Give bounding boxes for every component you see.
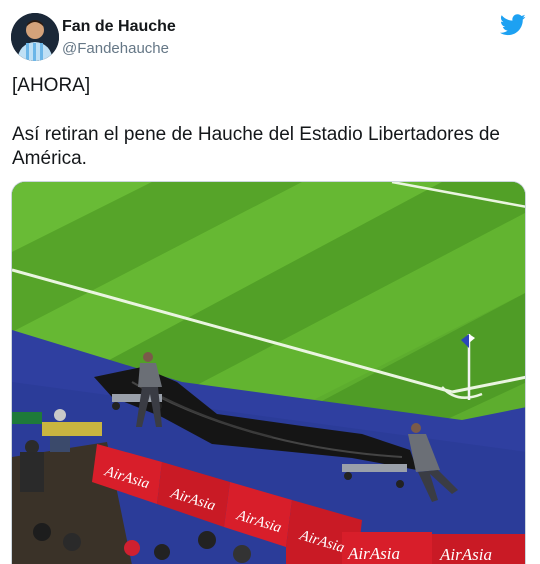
airasia-board-text: AirAsia (439, 545, 492, 564)
avatar[interactable] (11, 13, 59, 61)
stadium-photo: AirAsia AirAsia AirAsia AirAsia AirAsia … (12, 182, 525, 564)
tweet-photo[interactable]: AirAsia AirAsia AirAsia AirAsia AirAsia … (11, 181, 526, 564)
tweet-text: Así retiran el pene de Hauche del Estadi… (12, 124, 500, 169)
airasia-board-text: AirAsia (347, 544, 400, 563)
tweet-text-line: [AHORA] (12, 75, 91, 96)
twitter-bird-icon[interactable] (499, 14, 526, 36)
author-name[interactable]: Fan de Hauche (62, 18, 176, 36)
author-handle[interactable]: @Fandehauche (62, 40, 169, 57)
tweet-card: Fan de Hauche @Fandehauche [AHORA] Así r… (0, 0, 540, 564)
